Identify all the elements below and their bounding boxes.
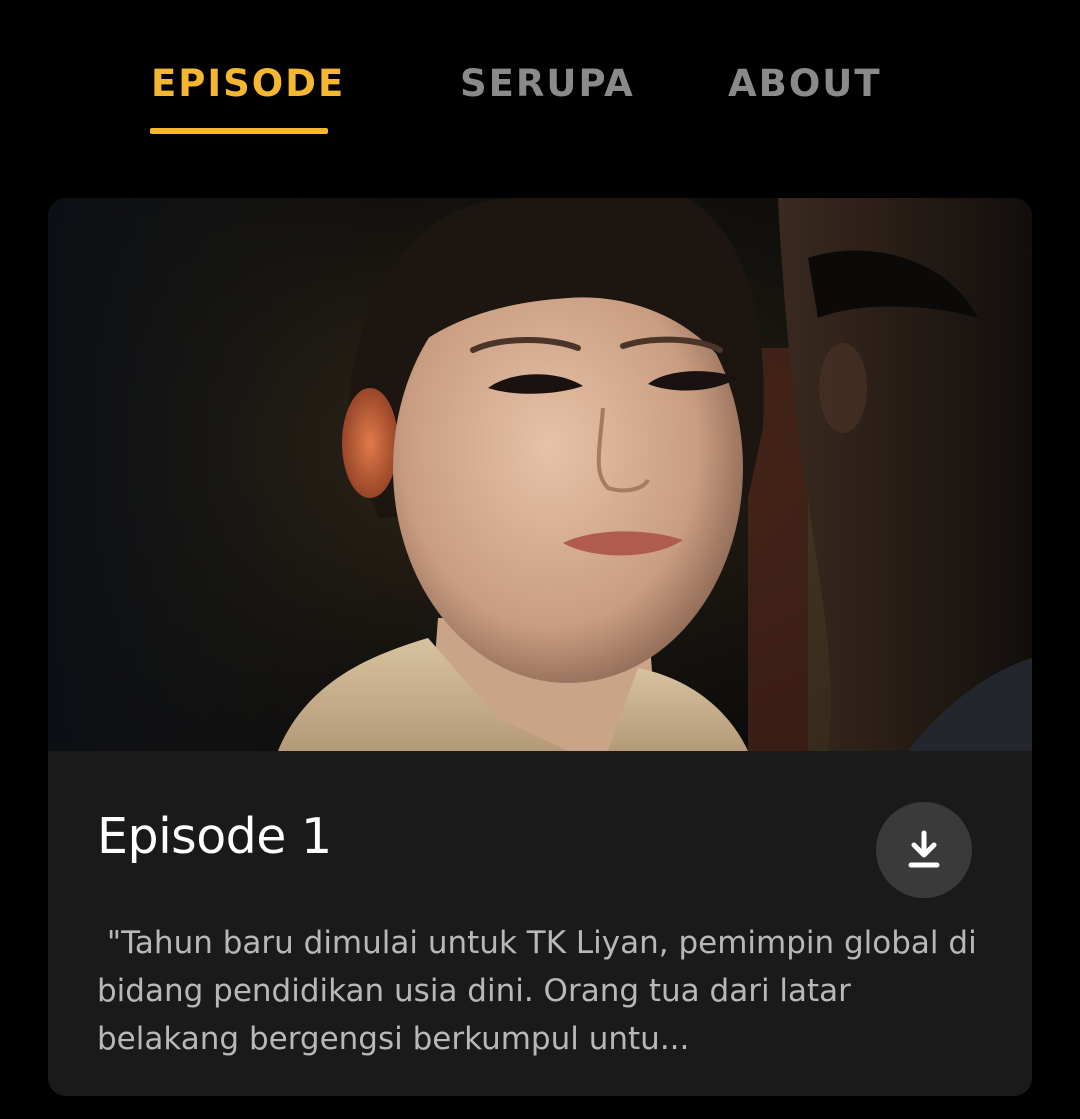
tab-bar: EPISODE SERUPA ABOUT <box>0 0 1080 150</box>
episode-title: Episode 1 <box>97 808 332 865</box>
episode-description: "Tahun baru dimulai untuk TK Liyan, pemi… <box>97 925 987 1057</box>
episode-thumbnail[interactable] <box>48 198 1032 751</box>
episode-info: Episode 1 "Tahun baru dimulai untuk TK L… <box>48 751 1032 1096</box>
download-button[interactable] <box>876 802 972 898</box>
tab-episode[interactable]: EPISODE <box>151 62 345 106</box>
episode-card[interactable]: Episode 1 "Tahun baru dimulai untuk TK L… <box>48 198 1032 1096</box>
tab-serupa[interactable]: SERUPA <box>460 62 635 106</box>
tab-about[interactable]: ABOUT <box>728 62 882 106</box>
active-tab-indicator <box>150 128 328 134</box>
download-icon <box>908 830 940 868</box>
